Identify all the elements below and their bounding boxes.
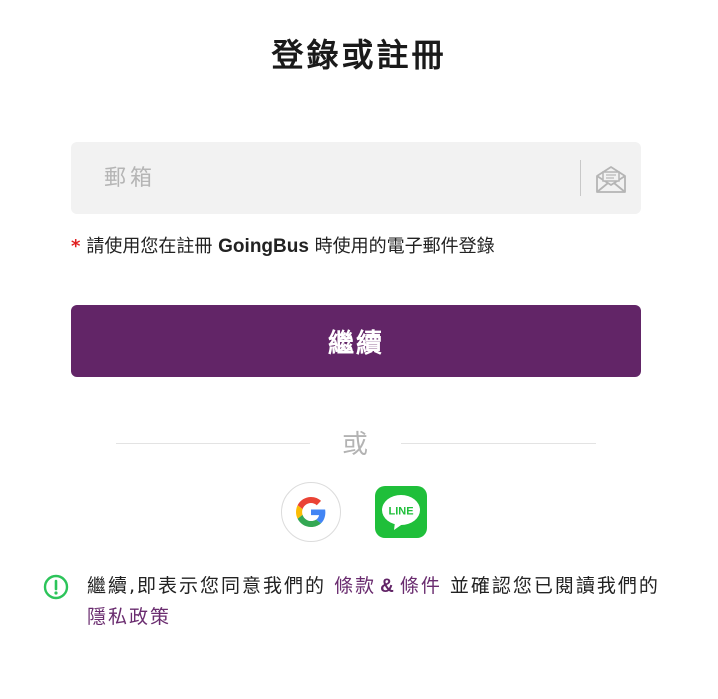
email-field-container	[71, 142, 641, 214]
continue-button[interactable]: 繼續	[71, 305, 641, 377]
input-divider	[580, 160, 581, 196]
separator-label: 或	[341, 430, 368, 460]
conditions-link[interactable]: 條件	[400, 575, 442, 597]
email-field[interactable]	[71, 142, 571, 214]
notice-ampersand: &	[380, 576, 396, 597]
hint-brand: GoingBus	[218, 236, 309, 257]
line-login-button[interactable]: LINE	[375, 486, 427, 538]
envelope-open-icon	[596, 166, 626, 193]
page-title: 登錄或註冊	[271, 36, 447, 74]
line-label: LINE	[388, 506, 413, 518]
terms-notice: 繼續,即表示您同意我們的 條款 & 條件 並確認您已閱讀我們的 隱私政策	[87, 571, 687, 633]
notice-middle: 並確認您已閱讀我們的	[449, 575, 660, 597]
privacy-policy-link[interactable]: 隱私政策	[87, 606, 171, 628]
google-icon	[296, 497, 326, 527]
separator-line-right	[401, 443, 596, 444]
google-login-button[interactable]	[281, 482, 341, 542]
required-mark: *	[71, 236, 81, 257]
email-hint: * 請使用您在註冊 GoingBus 時使用的電子郵件登錄	[71, 232, 495, 258]
terms-link[interactable]: 條款	[334, 575, 376, 597]
line-icon: LINE	[382, 495, 420, 530]
exclamation-circle-icon	[43, 574, 69, 600]
separator-line-left	[116, 443, 310, 444]
hint-text-after: 時使用的電子郵件登錄	[314, 236, 495, 257]
notice-prefix: 繼續,即表示您同意我們的	[87, 575, 327, 597]
hint-text-before: 請使用您在註冊	[86, 236, 213, 257]
